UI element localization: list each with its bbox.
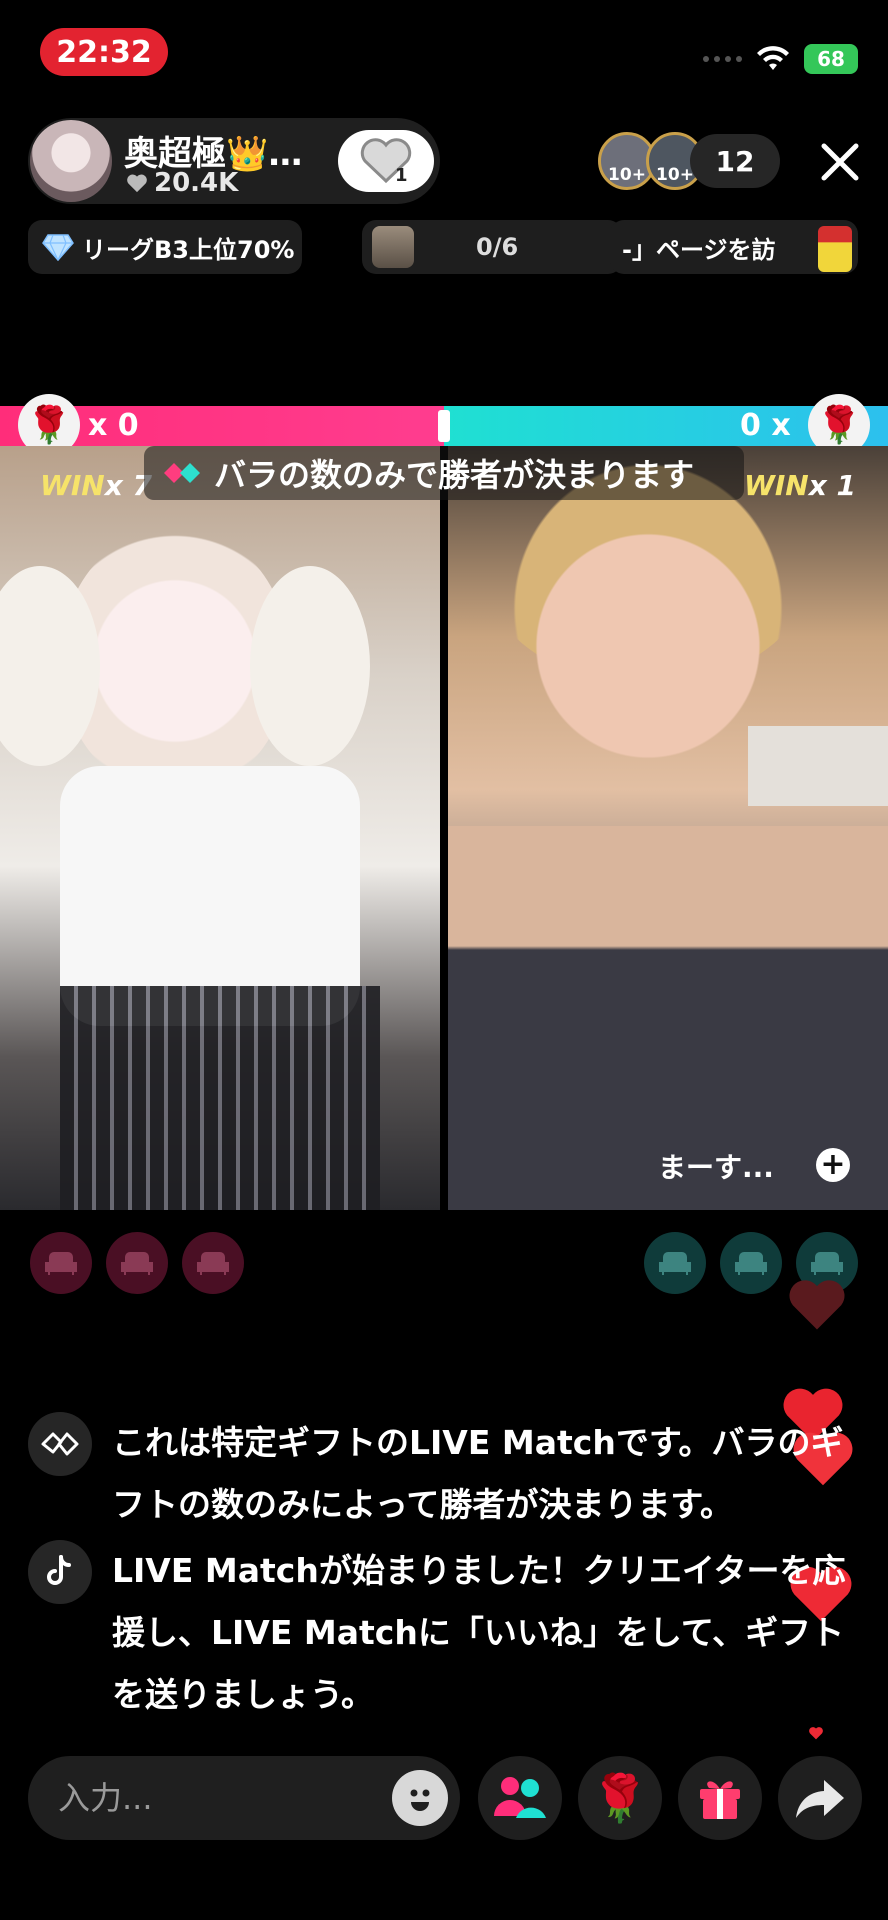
tiktok-icon [28,1540,92,1604]
chat-message-text: LIVE Matchが始まりました！クリエイターを応援し、LIVE Matchに… [112,1551,846,1714]
match-handshake-icon [28,1412,92,1476]
chat-message: LIVE Matchが始まりました！クリエイターを応援し、LIVE Matchに… [28,1540,846,1736]
sofa-icon [197,1252,229,1275]
host-card[interactable]: 奥超極👑… 20.4K 1 [28,118,440,204]
smile-icon [410,1789,430,1811]
share-arrow-icon [796,1780,844,1818]
seat-left-1[interactable] [30,1232,92,1294]
seat-left-2[interactable] [106,1232,168,1294]
heart-icon [127,174,147,193]
host-likes: 20.4K [126,168,238,198]
ticker-text: -」ページを訪 [622,235,776,264]
rose-gift-button[interactable]: 🌹 [578,1756,662,1840]
sofa-icon [735,1252,767,1275]
diamond-icon [42,234,74,261]
battery-indicator: 68 [804,44,858,74]
right-score: 0 x [740,408,791,443]
gift-button[interactable] [678,1756,762,1840]
guest-follow-button[interactable]: + [816,1148,850,1182]
guest-name[interactable]: まーす... [658,1146,774,1186]
left-win-streak: WIN x 7 [40,468,153,502]
wifi-icon [757,46,789,70]
goal-progress: 0/6 [476,233,519,261]
seat-left-3[interactable] [182,1232,244,1294]
seat-right-1[interactable] [644,1232,706,1294]
follow-button[interactable]: 1 [338,130,434,192]
rose-icon: 🌹 [591,1770,649,1825]
sofa-icon [45,1252,77,1275]
match-handshake-icon [164,463,200,483]
banner-text: バラの数のみで勝者が決まります [214,456,695,494]
video-left-host[interactable] [0,446,440,1210]
comment-input-box[interactable] [28,1756,460,1840]
share-button[interactable] [778,1756,862,1840]
status-icons: 68 [703,44,858,74]
video-divider [440,446,448,1210]
host-avatar[interactable] [30,120,112,202]
right-win-streak: WIN x 1 [744,468,857,502]
ticker-avatar-icon [818,226,852,272]
seat-right-2[interactable] [720,1232,782,1294]
match-rule-banner: バラの数のみで勝者が決まります [144,446,744,500]
viewer-badge: 10+ [608,165,646,185]
league-text: リーグB3上位70% [82,235,295,264]
signal-icon [703,56,742,62]
chat-message-text: これは特定ギフトのLIVE Matchです。バラのギフトの数のみによって勝者が決… [112,1423,844,1524]
chat-message: これは特定ギフトのLIVE Matchです。バラのギフトの数のみによって勝者が決… [28,1412,844,1542]
multi-guest-button[interactable] [478,1756,562,1840]
viewer-count[interactable]: 12 [690,134,780,188]
sofa-icon [659,1252,691,1275]
video-right-guest[interactable] [448,446,888,1210]
people-icon [494,1777,546,1818]
close-icon[interactable] [814,136,866,188]
comment-input[interactable] [58,1756,388,1840]
emoji-button[interactable] [392,1770,448,1826]
status-time: 22:32 [40,28,168,76]
follow-badge: 1 [395,165,408,185]
league-pill[interactable]: リーグB3上位70% [28,220,302,274]
floating-heart-icon [789,1280,845,1330]
left-score: x 0 [88,408,139,443]
goal-pill[interactable]: 0/6 [362,220,622,274]
goal-gift-icon [372,226,414,268]
sofa-icon [811,1252,843,1275]
battle-bar-divider [438,410,450,442]
host-likes-count: 20.4K [154,168,239,198]
heart-outline-icon: 1 [360,138,412,185]
sofa-icon [121,1252,153,1275]
gift-icon [700,1781,740,1819]
